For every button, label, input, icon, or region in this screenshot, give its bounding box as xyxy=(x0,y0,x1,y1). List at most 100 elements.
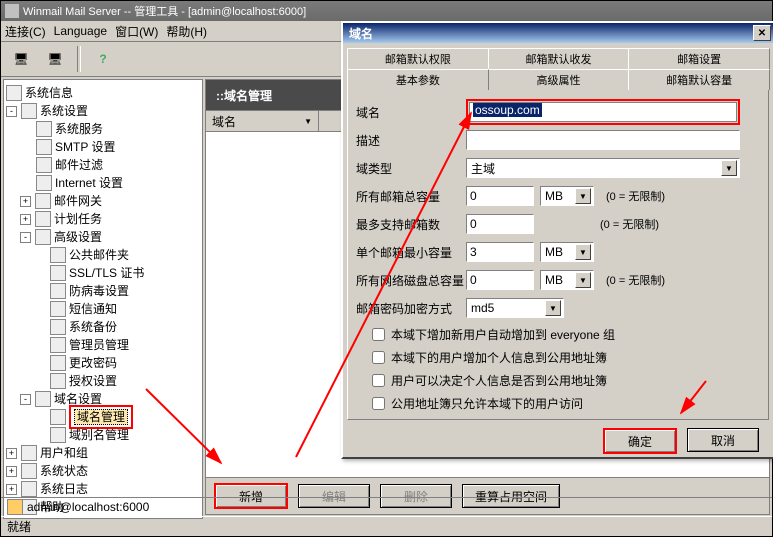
collapse-icon[interactable]: - xyxy=(20,232,31,243)
gear-icon xyxy=(36,121,52,137)
expand-icon[interactable]: + xyxy=(6,448,17,459)
domain-dialog: 域名 ✕ 邮箱默认权限 邮箱默认收发 邮箱设置 基本参数 高级属性 邮箱默认容量… xyxy=(341,21,773,459)
screen-icon: 🖥 xyxy=(13,52,28,66)
tree-chpwd[interactable]: 更改密码 xyxy=(69,354,117,372)
help-icon: ? xyxy=(99,52,106,66)
close-button[interactable]: ✕ xyxy=(753,25,771,41)
expand-icon[interactable]: + xyxy=(6,484,17,495)
hint-disk: (0 = 无限制) xyxy=(606,272,665,288)
column-domain[interactable]: 域名▼ xyxy=(206,111,319,131)
tree-av[interactable]: 防病毒设置 xyxy=(69,282,129,300)
tab-sendrecv[interactable]: 邮箱默认收发 xyxy=(488,48,630,70)
menu-window[interactable]: 窗口(W) xyxy=(115,23,158,40)
tree-adv[interactable]: 高级设置 xyxy=(54,228,102,246)
tree-panel[interactable]: 系统信息 - 系统设置 系统服务 SMTP 设置 邮件过滤 Internet 设置… xyxy=(3,79,203,519)
sms-icon xyxy=(50,301,66,317)
disk-input[interactable] xyxy=(466,270,534,290)
chk-addrbook-label: 本域下的用户增加个人信息到公用地址簿 xyxy=(391,349,607,366)
tab-adv[interactable]: 高级属性 xyxy=(488,69,630,90)
label-enc: 邮箱密码加密方式 xyxy=(356,300,466,317)
tree-adminmgr[interactable]: 管理员管理 xyxy=(69,336,129,354)
dialog-title: 域名 xyxy=(349,25,373,42)
menu-connect[interactable]: 连接(C) xyxy=(5,23,46,40)
tab-basic[interactable]: 基本参数 xyxy=(347,69,489,90)
gateway-icon xyxy=(35,193,51,209)
tree-pubfolder[interactable]: 公共邮件夹 xyxy=(69,246,129,264)
tree-syslog[interactable]: 系统日志 xyxy=(40,480,88,498)
screens-icon: 🖥 xyxy=(47,52,62,66)
settings-icon xyxy=(21,103,37,119)
total-unit-select[interactable]: MB▼ xyxy=(540,186,594,206)
tree-smtp[interactable]: SMTP 设置 xyxy=(55,138,115,156)
chk-userdecide[interactable] xyxy=(372,374,385,387)
ok-button[interactable]: 确定 xyxy=(603,428,677,454)
tree-backup[interactable]: 系统备份 xyxy=(69,318,117,336)
tree-sysinfo[interactable]: 系统信息 xyxy=(25,84,73,102)
tree-mailfilter[interactable]: 邮件过滤 xyxy=(55,156,103,174)
dtype-select[interactable]: 主域▼ xyxy=(466,158,740,178)
domain-icon xyxy=(35,391,51,407)
label-domain: 域名 xyxy=(356,104,466,121)
tree-sysstate[interactable]: 系统状态 xyxy=(40,462,88,480)
menu-help[interactable]: 帮助(H) xyxy=(166,23,207,40)
chk-domainonly[interactable] xyxy=(372,397,385,410)
cert-icon xyxy=(50,265,66,281)
menu-language[interactable]: Language xyxy=(54,24,107,38)
statusbar: admin@localhost:6000 就绪 xyxy=(1,497,772,536)
auth-icon xyxy=(50,373,66,389)
chevron-down-icon: ▼ xyxy=(545,300,561,316)
shield-icon xyxy=(50,283,66,299)
expand-icon[interactable]: + xyxy=(20,214,31,225)
tree-usergroup[interactable]: 用户和组 xyxy=(40,444,88,462)
toolbar-btn-2[interactable]: 🖥 xyxy=(41,45,69,73)
tree-internet[interactable]: Internet 设置 xyxy=(55,174,123,192)
tree-svc[interactable]: 系统服务 xyxy=(55,120,103,138)
mail-icon xyxy=(36,139,52,155)
tree-auth[interactable]: 授权设置 xyxy=(69,372,117,390)
chk-everyone[interactable] xyxy=(372,328,385,341)
tree-schedule[interactable]: 计划任务 xyxy=(54,210,102,228)
title-text: Winmail Mail Server -- 管理工具 - [admin@loc… xyxy=(23,3,306,19)
tree-gateway[interactable]: 邮件网关 xyxy=(54,192,102,210)
min-unit-select[interactable]: MB▼ xyxy=(540,242,594,262)
dialog-titlebar[interactable]: 域名 ✕ xyxy=(343,23,773,43)
key-icon xyxy=(50,355,66,371)
cancel-button[interactable]: 取消 xyxy=(687,428,759,452)
tab-mailbox[interactable]: 邮箱设置 xyxy=(628,48,770,70)
collapse-icon[interactable]: - xyxy=(20,394,31,405)
label-desc: 描述 xyxy=(356,132,466,149)
total-input[interactable] xyxy=(466,186,534,206)
admin-icon xyxy=(50,337,66,353)
domain-input[interactable]: ossoup.com xyxy=(473,103,542,117)
expand-icon[interactable]: + xyxy=(6,466,17,477)
min-input[interactable] xyxy=(466,242,534,262)
label-dtype: 域类型 xyxy=(356,160,466,177)
adv-icon xyxy=(35,229,51,245)
main-titlebar: Winmail Mail Server -- 管理工具 - [admin@loc… xyxy=(1,1,772,21)
tab-perm[interactable]: 邮箱默认权限 xyxy=(347,48,489,70)
collapse-icon[interactable]: - xyxy=(6,106,17,117)
chk-domainonly-label: 公用地址簿只允许本域下的用户访问 xyxy=(391,395,583,412)
chk-addrbook[interactable] xyxy=(372,351,385,364)
chevron-down-icon: ▼ xyxy=(575,244,591,260)
state-icon xyxy=(21,463,37,479)
tab-capacity[interactable]: 邮箱默认容量 xyxy=(628,69,770,90)
chevron-down-icon: ▼ xyxy=(721,160,737,176)
chk-everyone-label: 本域下增加新用户自动增加到 everyone 组 xyxy=(391,326,615,343)
max-input[interactable] xyxy=(466,214,534,234)
sort-icon: ▼ xyxy=(304,117,312,126)
filter-icon xyxy=(36,157,52,173)
disk-unit-select[interactable]: MB▼ xyxy=(540,270,594,290)
status-user: admin@localhost:6000 xyxy=(27,500,149,514)
tree-ssl[interactable]: SSL/TLS 证书 xyxy=(69,264,144,282)
tree-sms[interactable]: 短信通知 xyxy=(69,300,117,318)
tree-syssettings[interactable]: 系统设置 xyxy=(40,102,88,120)
expand-icon[interactable]: + xyxy=(20,196,31,207)
tree-domainmgr[interactable]: 域名管理 xyxy=(74,409,128,425)
toolbar-btn-1[interactable]: 🖥 xyxy=(7,45,35,73)
hint-max: (0 = 无限制) xyxy=(600,216,659,232)
desc-input[interactable] xyxy=(466,130,740,150)
enc-select[interactable]: md5▼ xyxy=(466,298,564,318)
toolbar-btn-help[interactable]: ? xyxy=(89,45,117,73)
tree-aliasmgr[interactable]: 域别名管理 xyxy=(69,426,129,444)
